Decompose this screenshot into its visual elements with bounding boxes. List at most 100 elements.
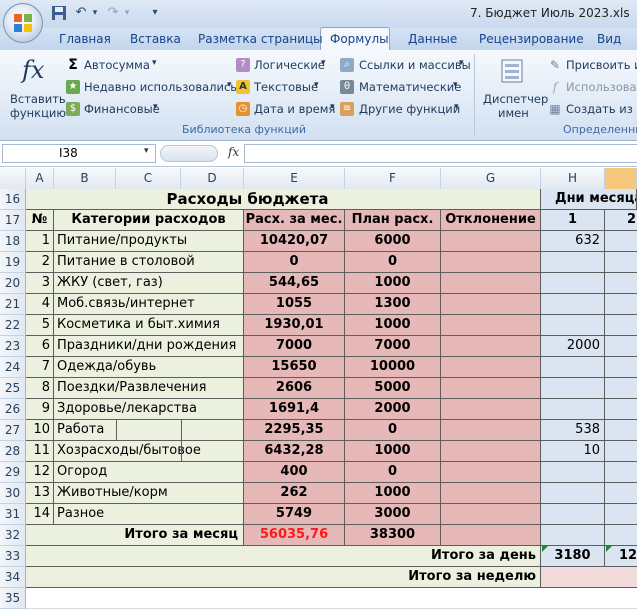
worksheet-grid[interactable]: 16 Расходы бюджета Дни месяца 17 № Категории …: [0, 189, 637, 609]
category-name[interactable]: Моб.связь/интернет: [54, 294, 244, 315]
deviation-value[interactable]: [441, 231, 541, 252]
category-name[interactable]: Одежда/обувь: [54, 357, 244, 378]
deviation-value[interactable]: [441, 441, 541, 462]
row-header[interactable]: 27: [0, 420, 26, 441]
cell[interactable]: [541, 525, 605, 546]
day-1-value[interactable]: 538: [541, 420, 605, 441]
use-in-formula-button[interactable]: Использоват: [566, 80, 637, 94]
month-expense-value[interactable]: 15650: [244, 357, 345, 378]
logical-dropdown-icon[interactable]: ▾: [321, 58, 326, 68]
column-header-a[interactable]: A: [26, 168, 54, 189]
total-month-expenses[interactable]: 56035,76: [244, 525, 345, 546]
text-dropdown-icon[interactable]: ▾: [314, 80, 319, 90]
category-name[interactable]: Косметика и быт.химия: [54, 315, 244, 336]
day-2-value[interactable]: [605, 462, 637, 483]
row-header[interactable]: 20: [0, 273, 26, 294]
category-name[interactable]: Огород: [54, 462, 244, 483]
total-month-label[interactable]: Итого за месяц: [26, 525, 244, 546]
days-of-month-header[interactable]: Дни месяца: [541, 189, 637, 210]
month-expense-value[interactable]: 10420,07: [244, 231, 345, 252]
month-expense-value[interactable]: 544,65: [244, 273, 345, 294]
tab-data[interactable]: Данные: [408, 32, 457, 46]
day-2-value[interactable]: [605, 504, 637, 525]
row-header[interactable]: 17: [0, 210, 26, 231]
row-number[interactable]: 13: [26, 483, 54, 504]
day-1-value[interactable]: 632: [541, 231, 605, 252]
plan-value[interactable]: 0: [345, 462, 441, 483]
deviation-value[interactable]: [441, 504, 541, 525]
day-1-value[interactable]: [541, 357, 605, 378]
column-header-h[interactable]: H: [541, 168, 605, 189]
customize-qat-icon[interactable]: ▾: [146, 5, 164, 21]
plan-value[interactable]: 5000: [345, 378, 441, 399]
day-1-total[interactable]: 3180: [541, 546, 605, 567]
row-header[interactable]: 35: [0, 588, 26, 609]
more-functions-button[interactable]: Другие функции: [359, 102, 460, 116]
tab-review[interactable]: Рецензирование: [479, 32, 584, 46]
insert-function-fx-icon[interactable]: fx: [228, 145, 239, 159]
day-2-value[interactable]: [605, 252, 637, 273]
row-header[interactable]: 24: [0, 357, 26, 378]
financial-dropdown-icon[interactable]: ▾: [153, 102, 158, 112]
category-name[interactable]: Хозрасходы/бытовое: [54, 441, 244, 462]
deviation-value[interactable]: [441, 462, 541, 483]
row-number[interactable]: 4: [26, 294, 54, 315]
plan-value[interactable]: 1000: [345, 483, 441, 504]
total-month-plan[interactable]: 38300: [345, 525, 441, 546]
row-number[interactable]: 8: [26, 378, 54, 399]
deviation-value[interactable]: [441, 399, 541, 420]
month-expense-value[interactable]: 5749: [244, 504, 345, 525]
column-header-f[interactable]: F: [345, 168, 441, 189]
column-header-c[interactable]: C: [116, 168, 181, 189]
row-number[interactable]: 1: [26, 231, 54, 252]
row-number[interactable]: 11: [26, 441, 54, 462]
day-1-value[interactable]: [541, 504, 605, 525]
row-number[interactable]: 9: [26, 399, 54, 420]
row-number[interactable]: 6: [26, 336, 54, 357]
month-expense-value[interactable]: 2606: [244, 378, 345, 399]
day-1-value[interactable]: [541, 483, 605, 504]
deviation-value[interactable]: [441, 357, 541, 378]
deviation-value[interactable]: [441, 336, 541, 357]
plan-value[interactable]: 1000: [345, 315, 441, 336]
header-number[interactable]: №: [26, 210, 54, 231]
day-2-value[interactable]: [605, 294, 637, 315]
row-header[interactable]: 34: [0, 567, 26, 588]
column-header-e[interactable]: E: [244, 168, 345, 189]
datetime-dropdown-icon[interactable]: ▾: [330, 102, 335, 112]
day-2-value[interactable]: [605, 378, 637, 399]
category-name[interactable]: Работа: [54, 420, 244, 441]
day-2-value[interactable]: [605, 420, 637, 441]
tab-formulas[interactable]: Формулы: [330, 32, 389, 46]
plan-value[interactable]: 6000: [345, 231, 441, 252]
save-icon[interactable]: [50, 5, 68, 21]
day-1-value[interactable]: [541, 294, 605, 315]
plan-value[interactable]: 2000: [345, 399, 441, 420]
day-1-value[interactable]: 10: [541, 441, 605, 462]
day-1-value[interactable]: [541, 378, 605, 399]
month-expense-value[interactable]: 1691,4: [244, 399, 345, 420]
row-number[interactable]: 14: [26, 504, 54, 525]
column-header-i[interactable]: [605, 168, 637, 189]
header-day-1[interactable]: 1: [541, 210, 605, 231]
autosum-dropdown-icon[interactable]: ▾: [152, 58, 157, 68]
formula-bar-splitter[interactable]: [160, 145, 218, 162]
text-functions-button[interactable]: Текстовые: [254, 80, 318, 94]
logical-button[interactable]: Логические: [254, 58, 325, 72]
name-box-dropdown-icon[interactable]: ▾: [144, 146, 149, 156]
datetime-button[interactable]: Дата и время: [254, 102, 335, 116]
row-header[interactable]: 31: [0, 504, 26, 525]
plan-value[interactable]: 1300: [345, 294, 441, 315]
column-header-b[interactable]: B: [54, 168, 116, 189]
category-name[interactable]: Праздники/дни рождения: [54, 336, 244, 357]
deviation-value[interactable]: [441, 273, 541, 294]
category-name[interactable]: ЖКУ (свет, газ): [54, 273, 244, 294]
deviation-value[interactable]: [441, 420, 541, 441]
row-header[interactable]: 19: [0, 252, 26, 273]
day-2-value[interactable]: [605, 315, 637, 336]
lookup-button[interactable]: Ссылки и массивы: [359, 58, 471, 72]
redo-dropdown-icon[interactable]: ▾: [118, 5, 136, 21]
lookup-dropdown-icon[interactable]: ▾: [459, 58, 464, 68]
day-2-value[interactable]: [605, 357, 637, 378]
category-name[interactable]: Питание в столовой: [54, 252, 244, 273]
